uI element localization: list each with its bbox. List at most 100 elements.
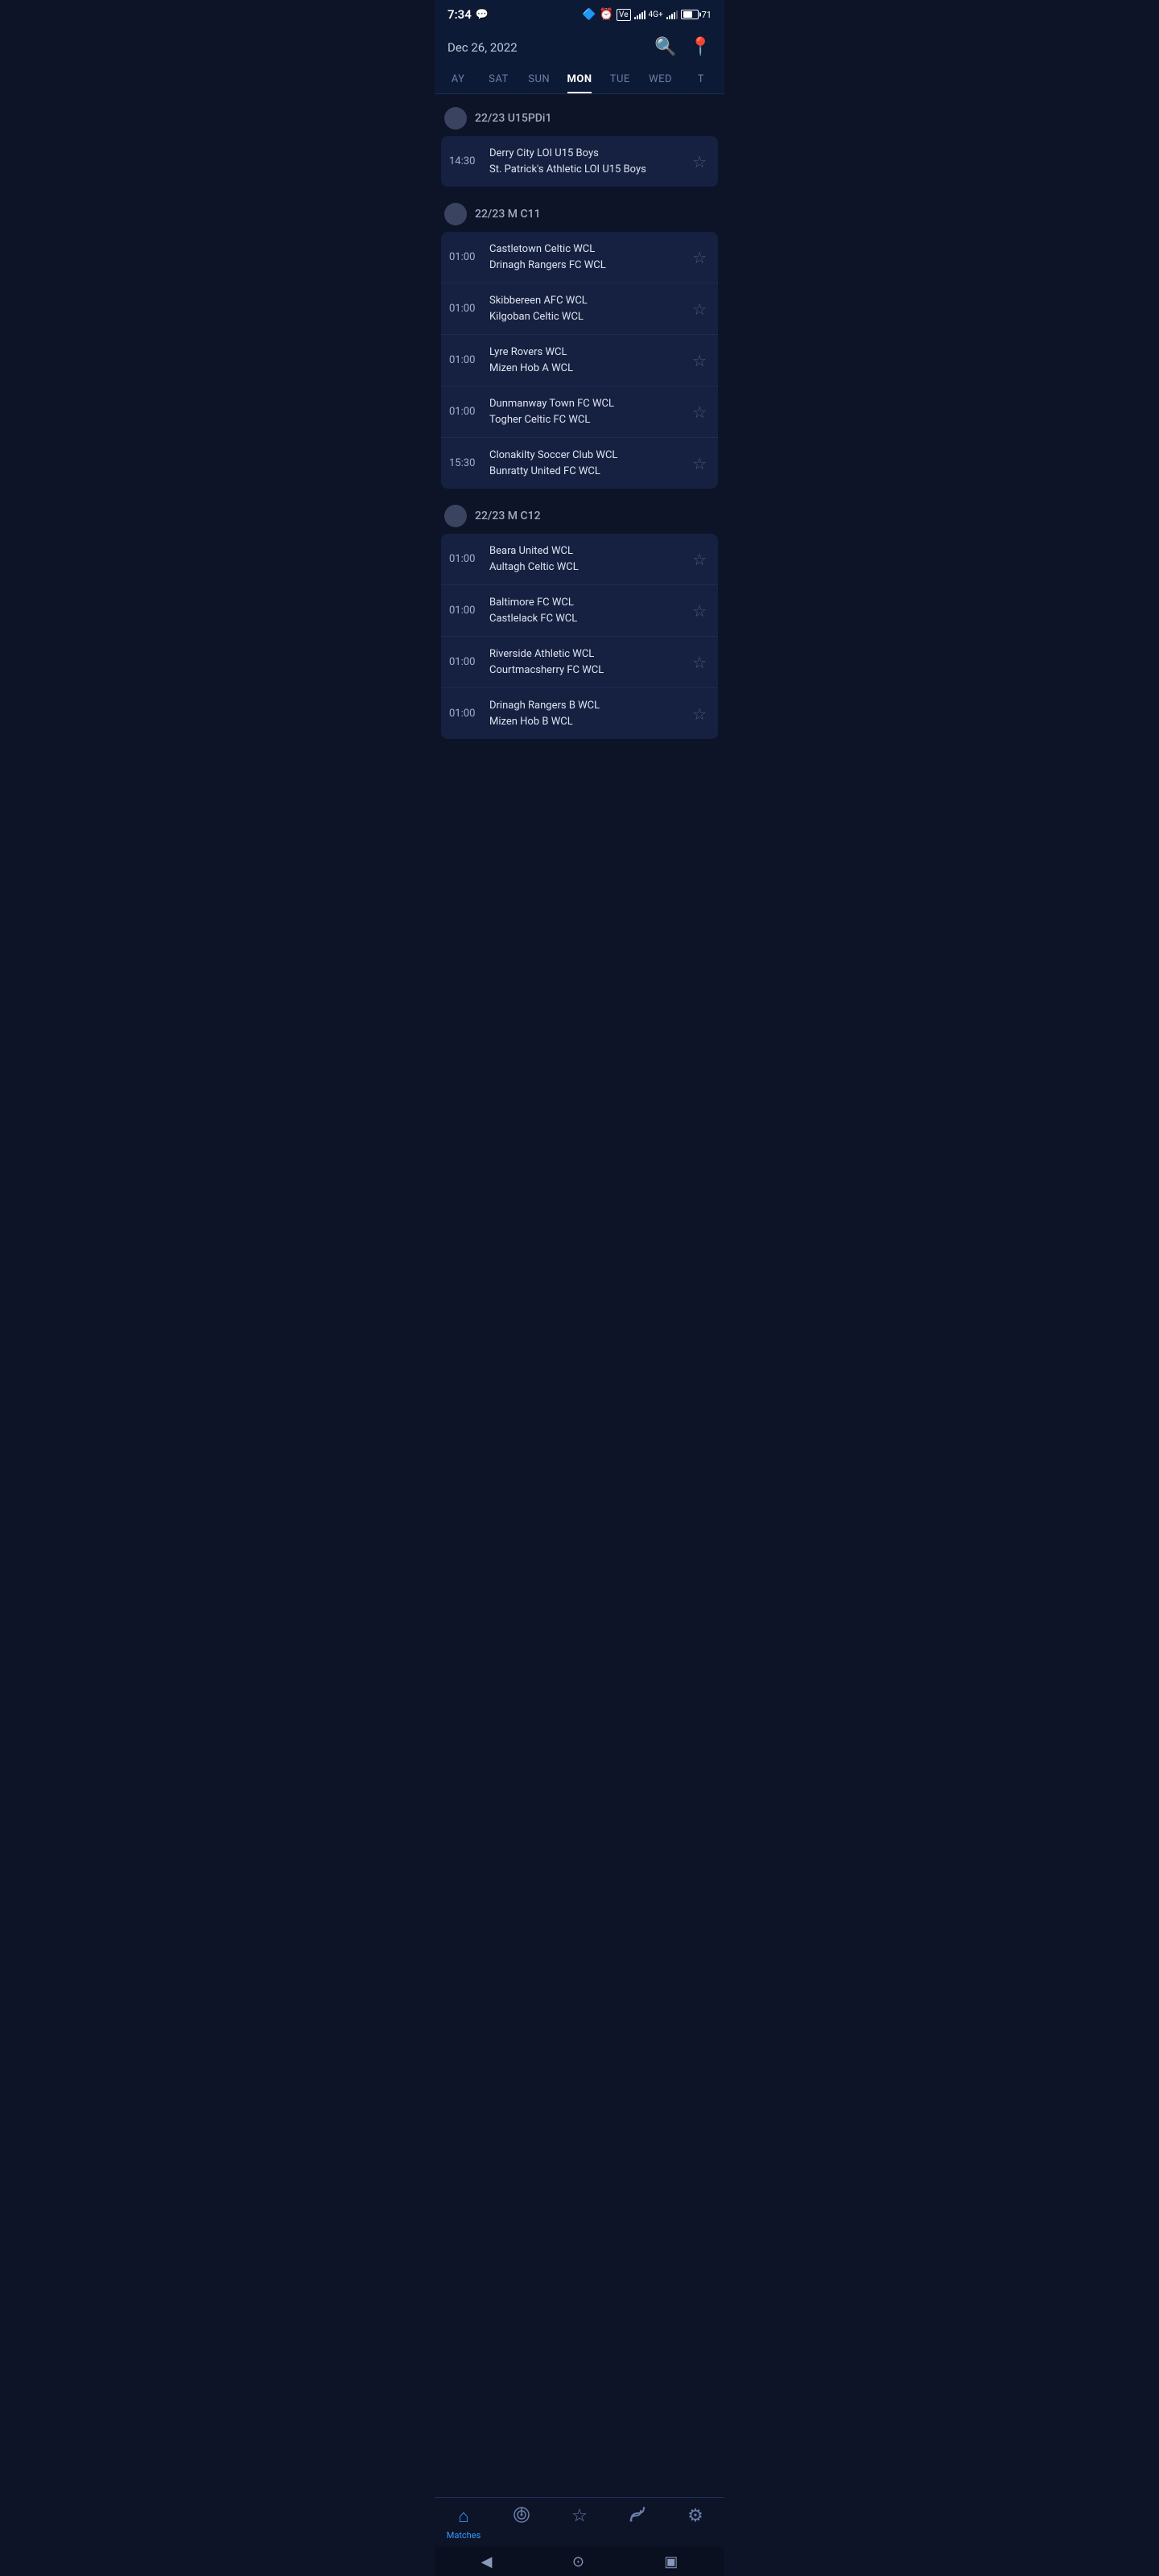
match-teams: Clonakilty Soccer Club WCL Bunratty Unit… [483,448,689,479]
recents-button[interactable]: ▣ [664,2553,678,2570]
feed-icon [629,2506,646,2529]
table-row: 01:00 Dunmanway Town FC WCL Togher Celti… [441,386,718,438]
header-actions: 🔍 📍 [654,37,711,57]
nav-label-matches: Matches [447,2530,481,2541]
app-header: Dec 26, 2022 🔍 📍 [435,29,724,65]
section-dot-1 [444,107,467,130]
signal-bars [634,10,645,19]
team-name-home: Derry City LOI U15 Boys [489,146,683,162]
nav-item-settings[interactable]: ⚙ [671,2506,720,2541]
team-name-home: Dunmanway Town FC WCL [489,396,683,412]
team-name-away: Courtmacsherry FC WCL [489,663,683,679]
table-row: 01:00 Riverside Athletic WCL Courtmacshe… [441,637,718,688]
bottom-nav: ⌂ Matches ☆ ⚙ [435,2497,724,2547]
team-name-away: Mizen Hob A WCL [489,361,683,377]
status-time: 7:34 💬 [448,7,489,22]
team-name-home: Baltimore FC WCL [489,595,683,611]
team-name-away: Bunratty United FC WCL [489,464,683,480]
team-name-away: Kilgoban Celtic WCL [489,309,683,325]
table-row: 15:30 Clonakilty Soccer Club WCL Bunratt… [441,438,718,489]
settings-icon: ⚙ [687,2506,703,2526]
table-row: 01:00 Lyre Rovers WCL Mizen Hob A WCL ☆ [441,335,718,386]
match-time: 01:00 [449,605,483,617]
match-time: 01:00 [449,354,483,366]
match-teams: Beara United WCL Aultagh Celtic WCL [483,543,689,575]
favorite-star[interactable]: ☆ [689,296,710,322]
battery-percent: 71 [702,10,711,20]
match-time: 01:00 [449,656,483,668]
search-icon[interactable]: 🔍 [654,37,676,57]
favorite-star[interactable]: ☆ [689,650,710,675]
location-icon[interactable]: 📍 [690,37,711,57]
bluetooth-icon: 🔷 [582,8,596,21]
favorite-star[interactable]: ☆ [689,701,710,727]
tab-sat[interactable]: SAT [478,65,518,93]
status-icons: 🔷 ⏰ Ve 4G+ 71 [582,8,711,21]
favorite-star[interactable]: ☆ [689,598,710,624]
tab-mon[interactable]: MON [559,65,600,93]
table-row: 14:30 Derry City LOI U15 Boys St. Patric… [441,136,718,187]
tab-thu[interactable]: T [681,65,721,93]
team-name-away: Castlelack FC WCL [489,611,683,627]
signal-bars-2 [666,10,678,19]
table-row: 01:00 Beara United WCL Aultagh Celtic WC… [441,534,718,585]
match-group-3: 01:00 Beara United WCL Aultagh Celtic WC… [441,534,718,739]
system-nav: ◀ ⊙ ▣ [435,2547,724,2576]
nav-item-favorites[interactable]: ☆ [555,2506,604,2541]
network-type: 4G+ [649,10,663,19]
team-name-away: Togher Celtic FC WCL [489,412,683,428]
team-name-home: Drinagh Rangers B WCL [489,698,683,714]
nav-item-matches[interactable]: ⌂ Matches [439,2506,488,2541]
match-teams: Derry City LOI U15 Boys St. Patrick's At… [483,146,689,177]
nav-item-radar[interactable] [497,2506,546,2541]
favorite-star[interactable]: ☆ [689,149,710,175]
day-tabs: AY SAT SUN MON TUE WED T [435,65,724,94]
header-date: Dec 26, 2022 [448,40,518,55]
team-name-away: Mizen Hob B WCL [489,714,683,730]
battery-icon [681,10,699,19]
section-title-1: 22/23 U15PDi1 [475,112,551,125]
favorite-star[interactable]: ☆ [689,245,710,270]
table-row: 01:00 Castletown Celtic WCL Drinagh Rang… [441,232,718,283]
team-name-home: Beara United WCL [489,543,683,559]
favorite-star[interactable]: ☆ [689,451,710,477]
section-title-2: 22/23 M C11 [475,208,541,221]
main-content: 22/23 U15PDi1 14:30 Derry City LOI U15 B… [435,94,724,852]
table-row: 01:00 Drinagh Rangers B WCL Mizen Hob B … [441,688,718,739]
star-icon: ☆ [571,2506,588,2526]
favorite-star[interactable]: ☆ [689,399,710,425]
ve-icon: Ve [617,9,630,21]
favorite-star[interactable]: ☆ [689,348,710,374]
match-time: 14:30 [449,155,483,167]
alarm-icon: ⏰ [600,8,613,21]
section-header-1: 22/23 U15PDi1 [441,101,718,136]
team-name-away: St. Patrick's Athletic LOI U15 Boys [489,162,683,178]
match-teams: Drinagh Rangers B WCL Mizen Hob B WCL [483,698,689,729]
match-teams: Dunmanway Town FC WCL Togher Celtic FC W… [483,396,689,427]
match-time: 01:00 [449,708,483,720]
team-name-home: Lyre Rovers WCL [489,345,683,361]
tab-wed[interactable]: WED [640,65,680,93]
match-teams: Baltimore FC WCL Castlelack FC WCL [483,595,689,626]
radar-icon [513,2506,530,2528]
match-group-1: 14:30 Derry City LOI U15 Boys St. Patric… [441,136,718,187]
team-name-home: Skibbereen AFC WCL [489,293,683,309]
home-button[interactable]: ⊙ [572,2553,584,2570]
match-time: 15:30 [449,457,483,469]
nav-item-feed[interactable] [613,2506,662,2541]
tab-tue[interactable]: TUE [600,65,640,93]
section-dot-2 [444,203,467,225]
team-name-home: Castletown Celtic WCL [489,242,683,258]
home-icon: ⌂ [458,2506,468,2527]
tab-sun[interactable]: SUN [519,65,559,93]
section-header-3: 22/23 M C12 [441,498,718,534]
favorite-star[interactable]: ☆ [689,547,710,572]
match-time: 01:00 [449,251,483,263]
section-title-3: 22/23 M C12 [475,510,541,522]
status-bar: 7:34 💬 🔷 ⏰ Ve 4G+ 71 [435,0,724,29]
match-time: 01:00 [449,303,483,315]
back-button[interactable]: ◀ [481,2553,493,2570]
tab-fri[interactable]: AY [438,65,478,93]
team-name-away: Drinagh Rangers FC WCL [489,258,683,274]
match-teams: Lyre Rovers WCL Mizen Hob A WCL [483,345,689,376]
